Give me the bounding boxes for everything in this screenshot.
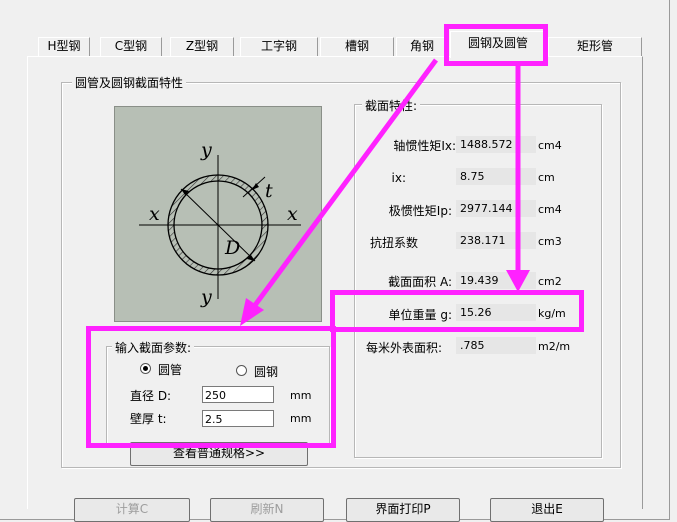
y-top-label: y	[200, 139, 212, 161]
refresh-button[interactable]: 刷新N	[210, 498, 324, 522]
prop-value-ix-inertia: 1488.572	[456, 136, 536, 153]
radio-bar[interactable]	[236, 365, 247, 376]
prop-label-ix-inertia: 轴惯性矩Ix:	[393, 139, 456, 153]
prop-unit-ix-inertia: cm4	[538, 139, 562, 152]
thickness-unit: mm	[290, 412, 312, 425]
section-diagram: y y x x t D	[114, 106, 322, 322]
tab-round-pipe[interactable]: 圆钢及圆管	[450, 31, 546, 58]
radio-pipe[interactable]	[140, 363, 151, 374]
prop-value-surface: .785	[456, 337, 536, 354]
prop-label-ip: 极惯性矩Ip:	[388, 204, 452, 218]
thickness-input[interactable]: 2.5	[202, 410, 274, 427]
thickness-label: 壁厚 t:	[130, 412, 167, 426]
radio-bar-label: 圆钢	[254, 365, 279, 379]
exit-button[interactable]: 退出E	[490, 498, 604, 522]
prop-value-torsion: 238.171	[456, 232, 536, 249]
d-label: D	[224, 237, 240, 259]
diameter-label: 直径 D:	[130, 389, 172, 403]
prop-value-ip: 2977.144	[456, 200, 536, 217]
prop-label-weight: 单位重量 g:	[388, 308, 452, 322]
prop-value-weight: 15.26	[456, 304, 536, 321]
diameter-input[interactable]: 250	[202, 386, 274, 403]
prop-value-area: 19.439	[456, 272, 536, 289]
prop-label-torsion: 抗扭系数	[369, 236, 418, 250]
tab-rect-tube[interactable]: 矩形管	[548, 37, 642, 56]
prop-value-ix: 8.75	[456, 168, 536, 185]
pipe-section-icon: y y x x t D	[139, 139, 301, 308]
prop-label-ix: ix:	[391, 171, 406, 185]
prop-label-area: 截面面积 A:	[388, 275, 452, 289]
prop-unit-ix: cm	[538, 171, 555, 184]
prop-label-surface: 每米外表面积:	[365, 341, 442, 355]
prop-unit-area: cm2	[538, 275, 562, 288]
properties-title: 截面特性:	[362, 97, 421, 114]
calculate-button[interactable]: 计算C	[74, 498, 190, 522]
prop-unit-surface: m2/m	[538, 340, 571, 353]
x-left-label: x	[149, 203, 160, 225]
radio-pipe-label: 圆管	[158, 363, 183, 377]
t-label: t	[265, 180, 273, 202]
prop-unit-torsion: cm3	[538, 235, 562, 248]
tab-h-beam[interactable]: H型钢	[38, 37, 90, 56]
tab-z-beam[interactable]: Z型钢	[170, 37, 234, 56]
prop-unit-ip: cm4	[538, 203, 562, 216]
print-button[interactable]: 界面打印P	[346, 498, 460, 522]
tab-c-beam[interactable]: C型钢	[100, 37, 162, 56]
prop-unit-weight: kg/m	[538, 307, 566, 320]
tab-channel[interactable]: 槽钢	[320, 37, 394, 56]
section-group-title: 圆管及圆钢截面特性	[72, 74, 187, 91]
diameter-unit: mm	[290, 389, 312, 402]
input-group-title: 输入截面参数:	[112, 339, 195, 356]
view-specs-button[interactable]: 查看普通规格>>	[130, 442, 308, 466]
tab-angle[interactable]: 角钢	[396, 37, 448, 56]
x-right-label: x	[287, 203, 298, 225]
tab-i-beam[interactable]: 工字钢	[240, 37, 318, 56]
y-bottom-label: y	[200, 286, 212, 308]
